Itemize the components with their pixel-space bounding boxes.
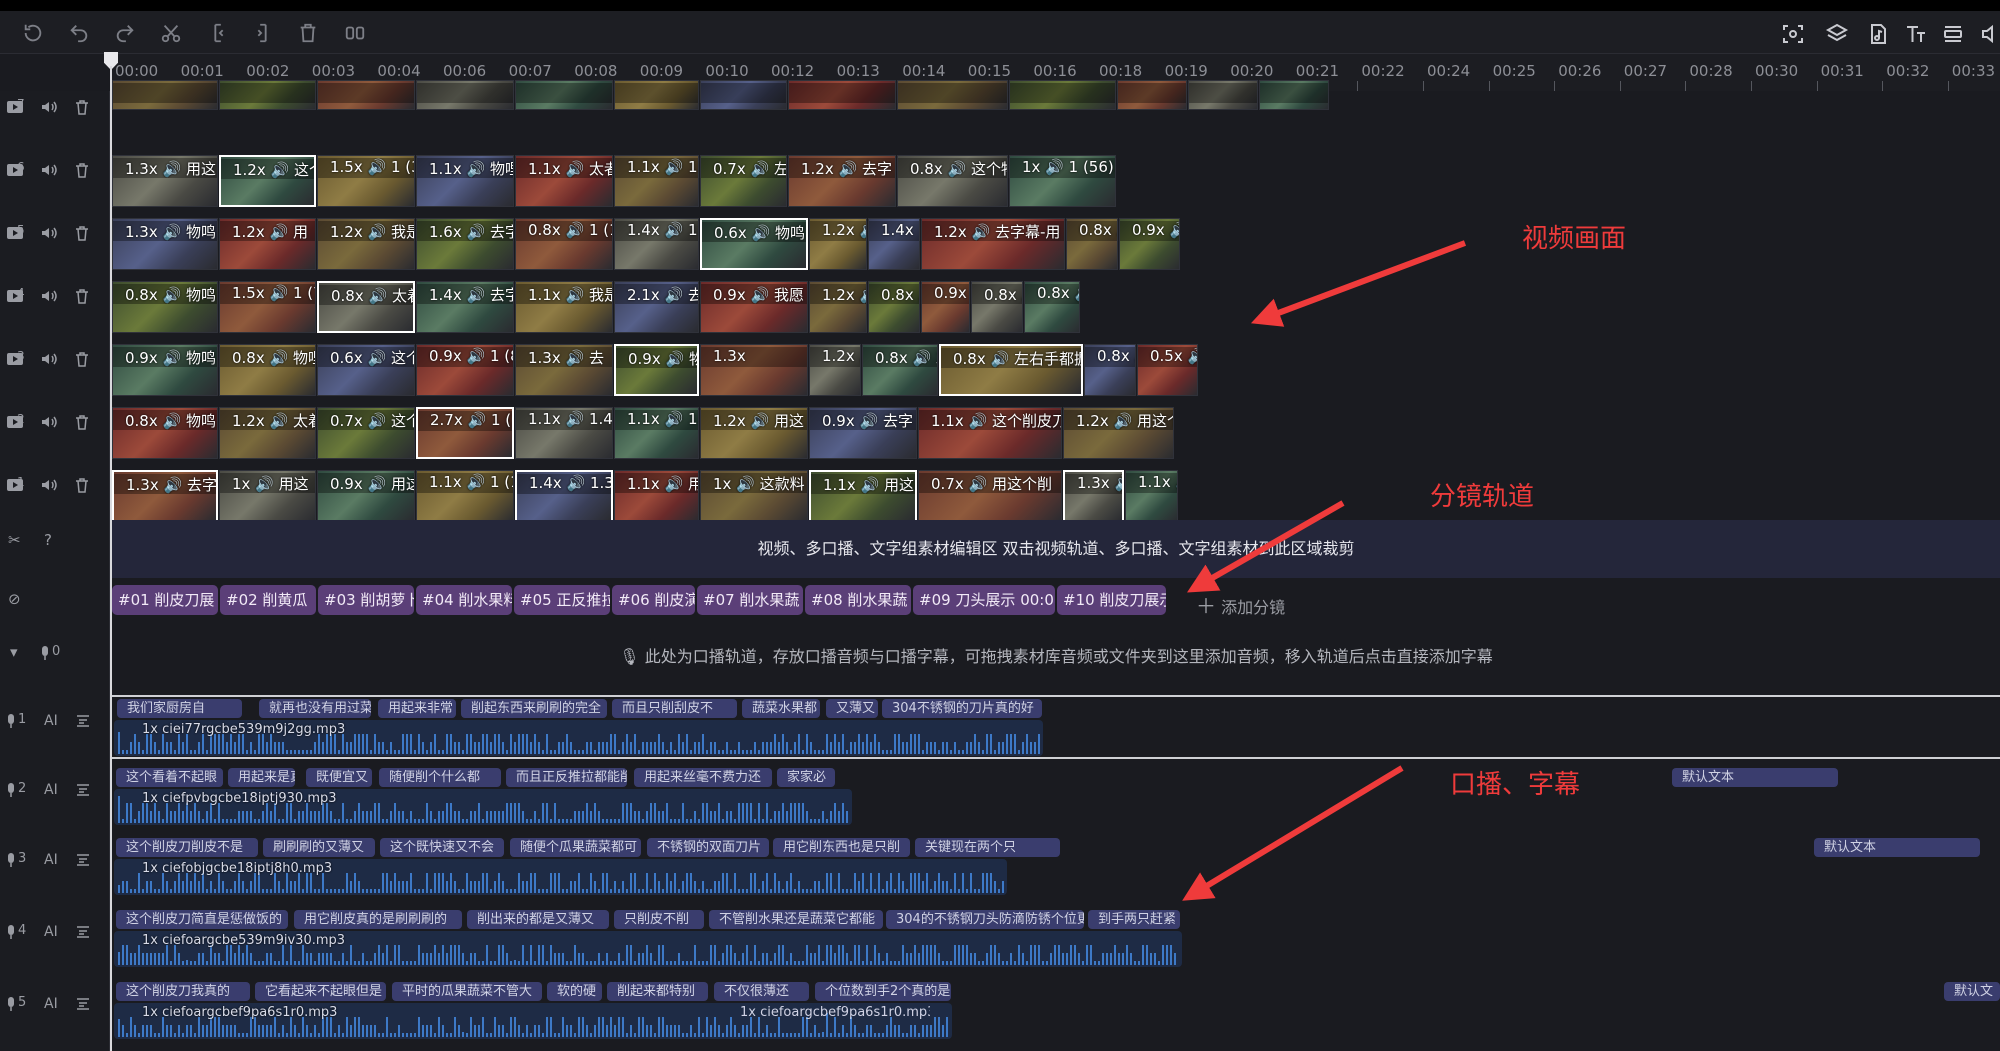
video-editor: 00:00 00:01 00:02 00:03 00:04 00:06 00:07 00:08…	[0, 0, 2000, 1051]
audio-file-name: 1x ciefpvbgcbe18iptj930.mp3	[142, 791, 337, 806]
playhead-line[interactable]	[110, 66, 112, 1051]
annotation-arrows	[1182, 240, 1467, 901]
audio-file-name: 1x ciefoargcbe539m9iv30.mp3	[142, 933, 346, 948]
audio-file-name: 1x ciei77rgcbe539m9j2gg.mp3	[142, 722, 346, 737]
arrow-to-video	[1250, 240, 1467, 327]
arrow-to-voice	[1182, 765, 1404, 901]
audio-file-name: 1x ciefobjgcbe18iptj8h0.mp3	[142, 861, 333, 876]
audio-file-name: 1x ciefoargcbef9pa6s1r0.mp3	[142, 1005, 338, 1020]
arrow-to-storyboard	[1186, 500, 1345, 593]
